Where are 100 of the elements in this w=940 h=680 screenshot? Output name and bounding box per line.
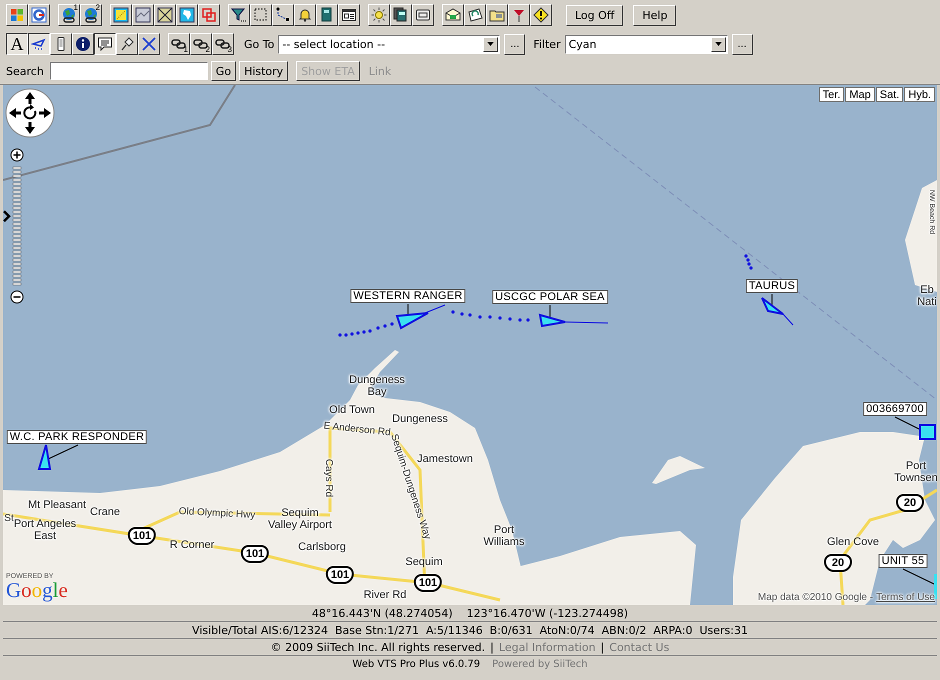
google-logo: Google (6, 580, 68, 601)
version-text: Web VTS Pro Plus v6.0.79 (352, 658, 480, 670)
caret-icon (487, 42, 494, 46)
zoom-out-button[interactable] (10, 290, 24, 304)
toolbar-button[interactable] (250, 4, 272, 26)
route-icon (275, 7, 291, 23)
go-to-label: Go To (244, 38, 274, 50)
sun-icon (371, 7, 387, 23)
vessel-marker[interactable] (538, 314, 608, 328)
comment-icon (97, 36, 113, 52)
map-type-button[interactable]: Sat. (876, 87, 904, 102)
vessel-label[interactable]: USCGC POLAR SEA (492, 290, 608, 304)
place-label: Old Town (329, 404, 375, 416)
search-field[interactable] (50, 62, 208, 80)
link-icon (215, 36, 231, 52)
toolbar-button[interactable] (228, 4, 250, 26)
place-label: Glen Cove (827, 536, 879, 548)
road-label: St (4, 513, 14, 525)
place-label: River Rd (364, 589, 406, 601)
text-tool-button[interactable]: A (6, 33, 28, 55)
separator: | (600, 640, 604, 654)
vessel-label[interactable]: 003669700 (863, 402, 927, 416)
toolbar-button[interactable] (486, 4, 508, 26)
vessel-label[interactable]: WESTERN RANGER (350, 289, 466, 303)
link-icon (193, 36, 209, 52)
go-button[interactable]: Go (210, 61, 236, 81)
place-label: Port Townsen (894, 460, 937, 484)
road-label: Old Olympic Hwy (178, 506, 256, 522)
pan-control[interactable] (6, 88, 54, 138)
search-label: Search (6, 64, 44, 78)
toolbar-button[interactable] (368, 4, 390, 26)
vessel-label[interactable]: W.C. PARK RESPONDER (6, 430, 148, 444)
leader-line (902, 568, 934, 584)
toolbar-button[interactable] (132, 4, 154, 26)
vessel-marker[interactable] (396, 304, 446, 330)
envelope-icon (445, 7, 461, 23)
link-icon (171, 36, 187, 52)
vessel-label[interactable]: UNIT 55 (878, 554, 928, 568)
place-label: Carlsborg (298, 541, 346, 553)
toolbar-button[interactable] (154, 4, 176, 26)
more-button[interactable]: ... (732, 34, 753, 54)
vessel-label[interactable]: TAURUS (746, 279, 798, 293)
toolbar-button[interactable] (464, 4, 486, 26)
filter-label: Filter (533, 38, 561, 50)
pin-icon (119, 36, 135, 52)
place-label: Dungeness (392, 413, 448, 425)
toolbar-button[interactable] (316, 4, 338, 26)
info-icon (75, 36, 91, 52)
vessel-marker[interactable] (38, 444, 52, 470)
tool-button[interactable] (28, 33, 50, 55)
tool-button[interactable]: 3 (212, 33, 234, 55)
map-type-button[interactable]: Map (845, 87, 875, 102)
toolbar-button[interactable] (176, 4, 198, 26)
map-type-button[interactable]: Hyb. (904, 87, 935, 102)
cross-icon (141, 36, 157, 52)
map-type-button[interactable]: Ter. (818, 87, 844, 102)
warning-icon (533, 7, 549, 23)
toolbar-button[interactable]: Help (633, 4, 676, 26)
zoom-in-button[interactable] (10, 148, 24, 162)
toolbar-button[interactable] (530, 4, 552, 26)
more-button[interactable]: ... (504, 34, 526, 54)
tool-button[interactable] (94, 33, 116, 55)
toolbar-button[interactable] (294, 4, 316, 26)
toolbar-button[interactable] (412, 4, 434, 26)
toolbar-button[interactable] (6, 4, 28, 26)
caret-icon (714, 42, 722, 46)
toolbar-button[interactable] (198, 4, 220, 26)
windows-logo-icon (9, 7, 25, 23)
toolbar-button[interactable] (338, 4, 360, 26)
history-button[interactable]: History (239, 61, 288, 81)
location-dropdown[interactable]: -- select location -- (278, 34, 500, 54)
screen-icon (415, 7, 431, 23)
bell-icon (297, 7, 313, 23)
toolbar-button[interactable] (28, 4, 50, 26)
slider-thumb[interactable] (3, 210, 11, 222)
toolbar-button[interactable]: 1 (58, 4, 80, 26)
zoom-slider[interactable] (3, 166, 22, 286)
toolbar-button[interactable]: 2 (80, 4, 102, 26)
toolbar-button[interactable]: Log Off (566, 4, 624, 26)
envelope-icon (467, 7, 483, 23)
vessel-marker[interactable] (761, 297, 794, 326)
tool-button[interactable]: 2 (190, 33, 212, 55)
toolbar-button[interactable] (508, 4, 530, 26)
vessel-marker[interactable] (919, 424, 936, 440)
continent-map-icon (179, 7, 195, 23)
tool-button[interactable]: 1 (168, 33, 190, 55)
coordinates-bar: 48°16.443'N (48.274054) 123°16.470'W (-123.274498) (3, 605, 937, 622)
toolbar-button[interactable] (110, 4, 132, 26)
counts-bar: Visible/Total AIS:6/12324 Base Stn:1/271 A:5/11346 B:0/631 AtoN:0/74 ABN:0/2 ARPA:0 Users:31 (3, 622, 937, 639)
flag-icon (511, 7, 527, 23)
toolbar-button[interactable] (272, 4, 294, 26)
photo-map-icon (135, 7, 151, 23)
filter-dropdown[interactable]: Cyan (564, 34, 728, 54)
toolbar-button[interactable] (442, 4, 464, 26)
copyright-text: © 2009 SiiTech Inc. All rights reserved. (270, 640, 486, 654)
place-label: Sequim Valley Airport (268, 507, 332, 531)
filter-icon (231, 7, 247, 23)
toolbar-button[interactable] (390, 4, 412, 26)
leader-line (894, 416, 920, 430)
dotted-map-icon (113, 7, 129, 23)
